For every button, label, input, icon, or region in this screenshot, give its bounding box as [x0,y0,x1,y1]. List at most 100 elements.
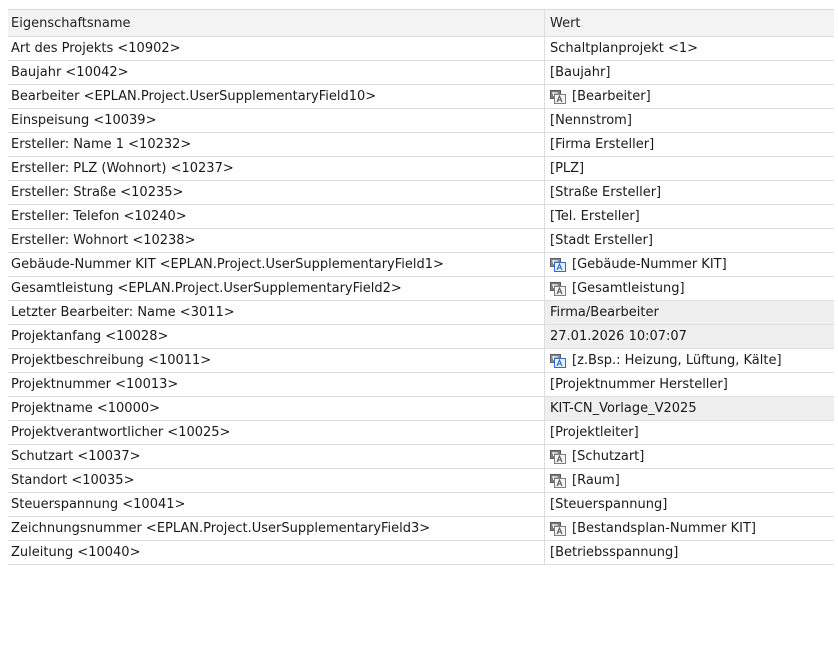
property-name: Standort <10035> [8,469,545,492]
property-value: KIT-CN_Vorlage_V2025 [545,397,834,420]
column-header-name[interactable]: Eigenschaftsname [8,10,545,36]
property-value: 27.01.2026 10:07:07 [545,325,834,348]
property-name: Steuerspannung <10041> [8,493,545,516]
property-value[interactable]: [Nennstrom] [545,109,834,132]
property-name: Projektverantwortlicher <10025> [8,421,545,444]
table-row[interactable]: Letzter Bearbeiter: Name <3011> Firma/Bea… [8,301,834,325]
property-name: Projektname <10000> [8,397,545,420]
property-value[interactable]: [z.Bsp.: Heizung, Lüftung, Kälte] [545,349,834,372]
language-multi-icon [550,257,566,272]
property-value[interactable]: [Projektleiter] [545,421,834,444]
property-value[interactable]: [Straße Ersteller] [545,181,834,204]
property-name: Letzter Bearbeiter: Name <3011> [8,301,545,324]
property-value-text: [Raum] [572,473,620,488]
table-row[interactable]: Zuleitung <10040> [Betriebsspannung] [8,541,834,565]
property-name: Ersteller: Name 1 <10232> [8,133,545,156]
property-value-text: [Bearbeiter] [572,89,651,104]
property-name: Zeichnungsnummer <EPLAN.Project.UserSupp… [8,517,545,540]
table-row[interactable]: Einspeisung <10039> [Nennstrom] [8,109,834,133]
language-multi-icon [550,353,566,368]
table-row[interactable]: Ersteller: Name 1 <10232> [Firma Erstelle… [8,133,834,157]
property-value[interactable]: [Bestandsplan-Nummer KIT] [545,517,834,540]
property-value-text: [z.Bsp.: Heizung, Lüftung, Kälte] [572,353,782,368]
table-row[interactable]: Projektbeschreibung <10011> [z.Bsp.: Heiz… [8,349,834,373]
header-row: Eigenschaftsname Wert [8,10,834,37]
property-value-text: [Bestandsplan-Nummer KIT] [572,521,756,536]
table-row[interactable]: Baujahr <10042> [Baujahr] [8,61,834,85]
property-grid: Eigenschaftsname Wert Art des Projekts <… [8,9,834,565]
table-row[interactable]: Steuerspannung <10041> [Steuerspannung] [8,493,834,517]
property-value[interactable]: [Tel. Ersteller] [545,205,834,228]
property-name: Ersteller: Wohnort <10238> [8,229,545,252]
table-row[interactable]: Ersteller: Straße <10235> [Straße Erstell… [8,181,834,205]
property-value[interactable]: [Schutzart] [545,445,834,468]
property-value[interactable]: [Firma Ersteller] [545,133,834,156]
property-value[interactable]: [Raum] [545,469,834,492]
property-value[interactable]: [Betriebsspannung] [545,541,834,564]
property-value[interactable]: [Gesamtleistung] [545,277,834,300]
table-row[interactable]: Gesamtleistung <EPLAN.Project.UserSupple… [8,277,834,301]
property-rows: Art des Projekts <10902> Schaltplanprojek… [8,37,834,565]
property-name: Gebäude-Nummer KIT <EPLAN.Project.UserSu… [8,253,545,276]
property-value[interactable]: Schaltplanprojekt <1> [545,37,834,60]
property-name: Baujahr <10042> [8,61,545,84]
property-name: Projektnummer <10013> [8,373,545,396]
property-name: Schutzart <10037> [8,445,545,468]
table-row[interactable]: Ersteller: PLZ (Wohnort) <10237> [PLZ] [8,157,834,181]
property-value-text: [Betriebsspannung] [550,545,679,560]
language-icon [550,473,566,488]
property-value-text: [Projektleiter] [550,425,639,440]
language-icon [550,521,566,536]
language-icon [550,449,566,464]
property-value-text: [Steuerspannung] [550,497,668,512]
table-row[interactable]: Standort <10035> [Raum] [8,469,834,493]
property-name: Projektbeschreibung <10011> [8,349,545,372]
property-value[interactable]: [Baujahr] [545,61,834,84]
property-value-text: [Gesamtleistung] [572,281,685,296]
property-value[interactable]: [Steuerspannung] [545,493,834,516]
language-icon [550,281,566,296]
property-name: Einspeisung <10039> [8,109,545,132]
table-row[interactable]: Ersteller: Wohnort <10238> [Stadt Erstell… [8,229,834,253]
property-name: Ersteller: PLZ (Wohnort) <10237> [8,157,545,180]
property-value-text: 27.01.2026 10:07:07 [550,329,687,344]
language-icon [550,89,566,104]
property-value[interactable]: [Stadt Ersteller] [545,229,834,252]
table-row[interactable]: Schutzart <10037> [Schutzart] [8,445,834,469]
property-name: Zuleitung <10040> [8,541,545,564]
property-value-text: [Gebäude-Nummer KIT] [572,257,727,272]
table-row[interactable]: Gebäude-Nummer KIT <EPLAN.Project.UserSu… [8,253,834,277]
table-row[interactable]: Zeichnungsnummer <EPLAN.Project.UserSupp… [8,517,834,541]
property-value-text: [Baujahr] [550,65,611,80]
property-name: Art des Projekts <10902> [8,37,545,60]
table-row[interactable]: Bearbeiter <EPLAN.Project.UserSupplement… [8,85,834,109]
property-value[interactable]: [Gebäude-Nummer KIT] [545,253,834,276]
property-value-text: [Nennstrom] [550,113,632,128]
table-row[interactable]: Projektanfang <10028> 27.01.2026 10:07:07 [8,325,834,349]
property-value[interactable]: [Bearbeiter] [545,85,834,108]
property-value-text: [Firma Ersteller] [550,137,655,152]
table-row[interactable]: Art des Projekts <10902> Schaltplanprojek… [8,37,834,61]
table-row[interactable]: Projektverantwortlicher <10025> [Projektl… [8,421,834,445]
property-value-text: Schaltplanprojekt <1> [550,41,699,56]
property-value-text: KIT-CN_Vorlage_V2025 [550,401,697,416]
property-name: Ersteller: Telefon <10240> [8,205,545,228]
column-header-value[interactable]: Wert [545,10,834,36]
property-value[interactable]: [PLZ] [545,157,834,180]
property-value-text: [Tel. Ersteller] [550,209,640,224]
property-value-text: [Stadt Ersteller] [550,233,653,248]
property-name: Bearbeiter <EPLAN.Project.UserSupplement… [8,85,545,108]
property-name: Gesamtleistung <EPLAN.Project.UserSupple… [8,277,545,300]
property-name: Projektanfang <10028> [8,325,545,348]
table-row[interactable]: Projektname <10000> KIT-CN_Vorlage_V2025 [8,397,834,421]
property-value-text: [Straße Ersteller] [550,185,662,200]
table-row[interactable]: Ersteller: Telefon <10240> [Tel. Erstelle… [8,205,834,229]
property-value-text: [Schutzart] [572,449,645,464]
property-value[interactable]: [Projektnummer Hersteller] [545,373,834,396]
property-value-text: [Projektnummer Hersteller] [550,377,728,392]
property-value-text: [PLZ] [550,161,585,176]
property-value: Firma/Bearbeiter [545,301,834,324]
property-name: Ersteller: Straße <10235> [8,181,545,204]
table-row[interactable]: Projektnummer <10013> [Projektnummer Hers… [8,373,834,397]
property-value-text: Firma/Bearbeiter [550,305,659,320]
